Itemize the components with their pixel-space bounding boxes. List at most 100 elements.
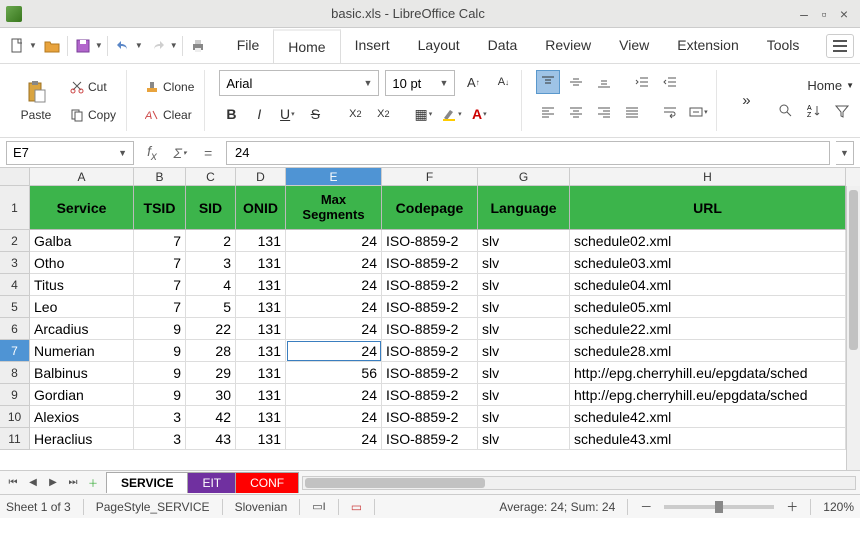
cell[interactable]: 22 [186, 318, 236, 340]
cell[interactable]: ISO-8859-2 [382, 296, 478, 318]
cell[interactable]: slv [478, 406, 570, 428]
underline-icon[interactable]: U▾ [275, 102, 299, 126]
cell[interactable]: 3 [186, 252, 236, 274]
clear-formatting-button[interactable]: AClear [141, 103, 198, 127]
header-cell[interactable]: URL [570, 186, 846, 230]
bold-icon[interactable]: B [219, 102, 243, 126]
filter-icon[interactable] [830, 99, 854, 123]
cell[interactable]: ISO-8859-2 [382, 274, 478, 296]
menu-view[interactable]: View [605, 29, 663, 63]
expand-formula-bar-icon[interactable]: ▼ [836, 141, 854, 165]
cell[interactable]: ISO-8859-2 [382, 428, 478, 450]
col-header-C[interactable]: C [186, 168, 236, 186]
decrease-indent-icon[interactable] [658, 70, 682, 94]
paste-button[interactable]: Paste [12, 71, 60, 131]
cell[interactable]: 24 [286, 340, 382, 362]
spreadsheet-grid[interactable]: ABCDEFGH 1ServiceTSIDSIDONIDMaxSegmentsC… [0, 168, 860, 470]
cell[interactable]: Arcadius [30, 318, 134, 340]
font-size-combo[interactable]: ▼ [385, 70, 455, 96]
row-header-4[interactable]: 4 [0, 274, 30, 296]
cell[interactable]: 3 [134, 406, 186, 428]
align-right-icon[interactable] [592, 100, 616, 124]
ribbon-tab-selector[interactable]: Home▼ [807, 78, 854, 93]
menu-review[interactable]: Review [531, 29, 605, 63]
cell[interactable]: 30 [186, 384, 236, 406]
cell[interactable]: 131 [236, 296, 286, 318]
cell[interactable]: schedule22.xml [570, 318, 846, 340]
cell[interactable]: 131 [236, 340, 286, 362]
copy-button[interactable]: Copy [66, 103, 120, 127]
find-replace-icon[interactable] [774, 99, 798, 123]
formula-input[interactable] [227, 145, 829, 160]
first-sheet-icon[interactable]: ⏮ [4, 474, 22, 492]
cell-reference-input[interactable] [7, 145, 112, 160]
cell[interactable]: 42 [186, 406, 236, 428]
cell[interactable]: schedule05.xml [570, 296, 846, 318]
prev-sheet-icon[interactable]: ◀ [24, 474, 42, 492]
zoom-in-icon[interactable]: ＋ [786, 498, 798, 515]
row-header-6[interactable]: 6 [0, 318, 30, 340]
header-cell[interactable]: Service [30, 186, 134, 230]
menu-data[interactable]: Data [474, 29, 532, 63]
selection-mode-icon[interactable]: ▭ [351, 500, 362, 514]
scroll-thumb[interactable] [305, 478, 485, 488]
highlight-color-icon[interactable]: ▾ [439, 102, 463, 126]
header-cell[interactable]: Codepage [382, 186, 478, 230]
cell[interactable]: 24 [286, 252, 382, 274]
function-wizard-icon[interactable]: fx [140, 141, 164, 165]
status-summary[interactable]: Average: 24; Sum: 24 [499, 500, 615, 514]
cell[interactable]: slv [478, 274, 570, 296]
cell[interactable]: 28 [186, 340, 236, 362]
cell[interactable]: 9 [134, 340, 186, 362]
cell[interactable]: ISO-8859-2 [382, 252, 478, 274]
cell[interactable]: slv [478, 384, 570, 406]
row-header-7[interactable]: 7 [0, 340, 30, 362]
menu-home[interactable]: Home [273, 29, 340, 63]
row-header-8[interactable]: 8 [0, 362, 30, 384]
cell[interactable]: slv [478, 230, 570, 252]
cell[interactable]: 131 [236, 428, 286, 450]
align-justify-icon[interactable] [620, 100, 644, 124]
formula-input-wrap[interactable] [226, 141, 830, 165]
cell[interactable]: 24 [286, 384, 382, 406]
header-cell[interactable]: Language [478, 186, 570, 230]
wrap-text-icon[interactable] [658, 100, 682, 124]
row-header-3[interactable]: 3 [0, 252, 30, 274]
cell[interactable]: schedule04.xml [570, 274, 846, 296]
close-button[interactable]: × [834, 4, 854, 24]
italic-icon[interactable]: I [247, 102, 271, 126]
maximize-button[interactable]: ▫ [814, 4, 834, 24]
cell[interactable]: http://epg.cherryhill.eu/epgdata/sched [570, 384, 846, 406]
last-sheet-icon[interactable]: ⏭ [64, 474, 82, 492]
col-header-D[interactable]: D [236, 168, 286, 186]
cell[interactable]: 24 [286, 428, 382, 450]
insert-mode-icon[interactable]: ▭I [312, 500, 325, 513]
cell[interactable]: 24 [286, 318, 382, 340]
cell[interactable]: schedule03.xml [570, 252, 846, 274]
cell[interactable]: schedule02.xml [570, 230, 846, 252]
row-header-9[interactable]: 9 [0, 384, 30, 406]
row-header-10[interactable]: 10 [0, 406, 30, 428]
cell[interactable]: 7 [134, 296, 186, 318]
cell[interactable]: ISO-8859-2 [382, 362, 478, 384]
cell[interactable]: Gordian [30, 384, 134, 406]
row-header-1[interactable]: 1 [0, 186, 30, 230]
align-left-icon[interactable] [536, 100, 560, 124]
cell[interactable]: 7 [134, 274, 186, 296]
menu-tools[interactable]: Tools [753, 29, 814, 63]
cell[interactable]: slv [478, 340, 570, 362]
borders-icon[interactable]: ▦▾ [411, 102, 435, 126]
cell[interactable]: Numerian [30, 340, 134, 362]
cell[interactable]: Heraclius [30, 428, 134, 450]
print-icon[interactable] [187, 35, 209, 57]
cell[interactable]: 7 [134, 252, 186, 274]
cell[interactable]: Leo [30, 296, 134, 318]
formula-equals-icon[interactable]: = [196, 141, 220, 165]
align-bottom-icon[interactable] [592, 70, 616, 94]
cell[interactable]: Galba [30, 230, 134, 252]
cell[interactable]: 4 [186, 274, 236, 296]
cell[interactable]: 3 [134, 428, 186, 450]
grow-font-icon[interactable]: A↑ [461, 70, 485, 94]
language-indicator[interactable]: Slovenian [235, 500, 288, 514]
cell[interactable]: Balbinus [30, 362, 134, 384]
